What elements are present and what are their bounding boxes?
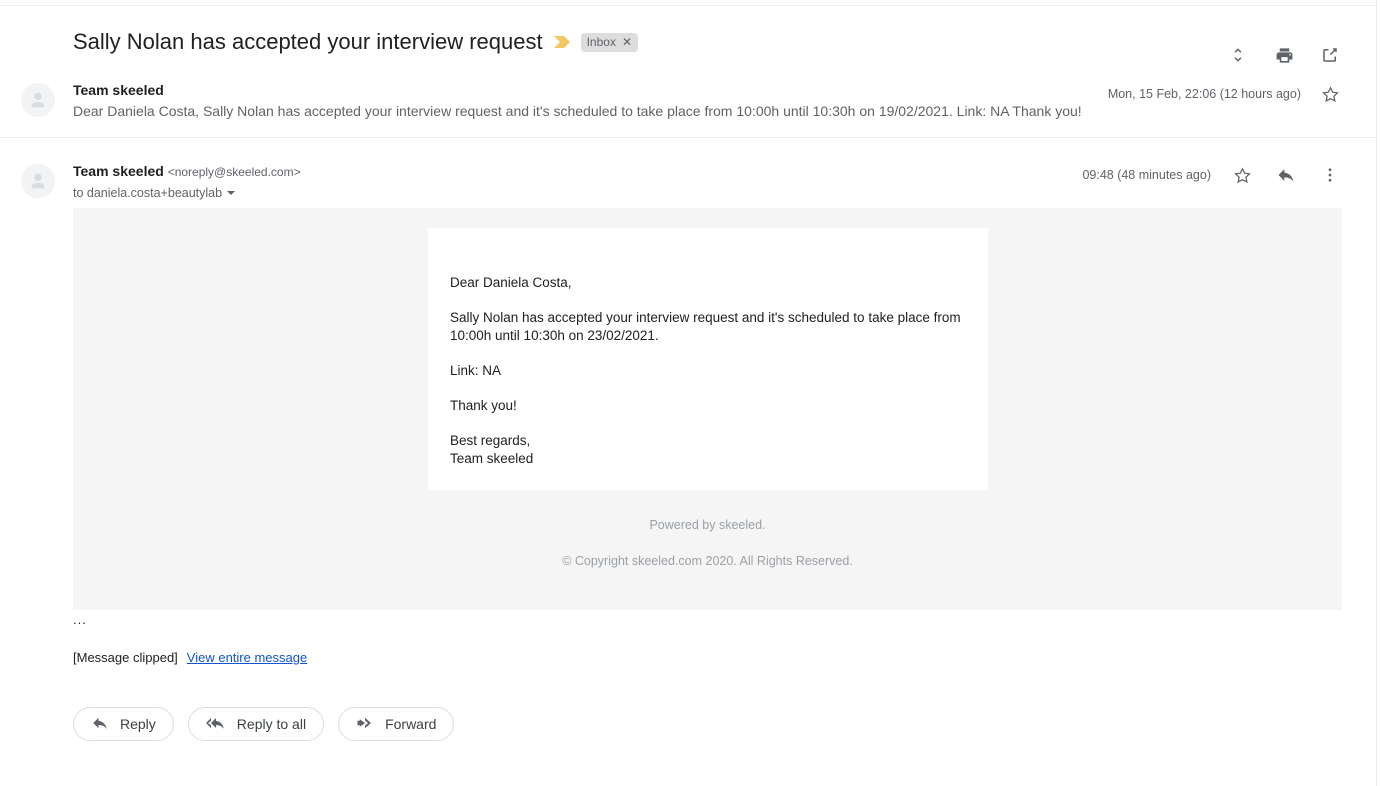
page-right-edge [1376,0,1377,786]
message-divider [0,137,1376,138]
reply-arrow-icon [91,714,109,735]
copyright-text: © Copyright skeeled.com 2020. All Rights… [562,554,853,568]
forward-arrow-icon [356,714,374,735]
expanded-date: 09:48 (48 minutes ago) [1082,168,1211,182]
open-in-new-icon[interactable] [1317,42,1343,68]
subject-row: Sally Nolan has accepted your interview … [0,18,1376,66]
email-content-card: Dear Daniela Costa, Sally Nolan has acce… [428,228,988,490]
email-greeting: Dear Daniela Costa, [450,275,572,290]
reply-all-arrow-icon [205,714,226,735]
collapsed-sender-name: Team skeeled [73,82,164,98]
important-marker-icon[interactable] [553,34,571,50]
reply-button-label: Reply [120,716,156,732]
forward-button-label: Forward [385,716,437,732]
recipient-text: to daniela.costa+beautylab [73,186,223,200]
reply-all-button-label: Reply to all [236,716,307,732]
person-avatar-icon [31,92,45,108]
email-thanks: Thank you! [450,398,517,413]
reply-all-button[interactable]: Reply to all [187,707,325,741]
message-actions: Reply Reply to all Forward [73,707,455,741]
printer-icon[interactable] [1271,42,1297,68]
expanded-meta: 09:48 (48 minutes ago) [1082,162,1343,188]
person-avatar-icon [31,173,45,189]
reply-button[interactable]: Reply [73,707,174,741]
view-entire-message-link[interactable]: View entire message [187,649,307,667]
message-clipped-row: [Message clipped] View entire message [73,649,307,667]
collapsed-meta: Mon, 15 Feb, 22:06 (12 hours ago) [1108,81,1343,107]
expanded-sender-email: <noreply@skeeled.com> [167,165,301,179]
star-outline-icon[interactable] [1229,162,1255,188]
chevron-down-icon[interactable] [227,191,236,195]
forward-button[interactable]: Forward [338,707,455,741]
gmail-message-view: Sally Nolan has accepted your interview … [0,0,1380,786]
star-outline-icon[interactable] [1317,81,1343,107]
label-chip-inbox[interactable]: Inbox ✕ [580,32,639,52]
email-signoff: Best regards, Team skeeled [450,433,534,466]
email-body-region: Dear Daniela Costa, Sally Nolan has acce… [73,208,1342,610]
unfold-more-icon[interactable] [1225,42,1251,68]
more-vertical-icon[interactable] [1317,162,1343,188]
top-divider [0,5,1376,6]
expanded-from-line: Team skeeled <noreply@skeeled.com> [73,161,301,182]
page-title: Sally Nolan has accepted your interview … [73,29,543,54]
collapsed-message-row[interactable]: Team skeeled Dear Daniela Costa, Sally N… [0,76,1376,137]
avatar [21,164,55,198]
email-paragraph: Sally Nolan has accepted your interview … [450,310,961,343]
recipient-line[interactable]: to daniela.costa+beautylab [73,184,301,202]
collapsed-snippet: Dear Daniela Costa, Sally Nolan has acce… [73,103,1082,119]
expanded-sender-name: Team skeeled [73,163,164,179]
collapsed-date: Mon, 15 Feb, 22:06 (12 hours ago) [1107,87,1301,101]
message-clipped-notice: [Message clipped] [73,650,178,665]
trimmed-content-ellipsis[interactable]: ... [73,612,87,628]
powered-by-text: Powered by skeeled. [649,518,766,532]
subject-actions [1225,42,1343,68]
close-icon[interactable]: ✕ [622,33,632,52]
avatar [21,83,55,117]
label-chip-text: Inbox [586,34,616,49]
email-link-line: Link: NA [450,363,502,378]
reply-arrow-icon[interactable] [1273,162,1299,188]
